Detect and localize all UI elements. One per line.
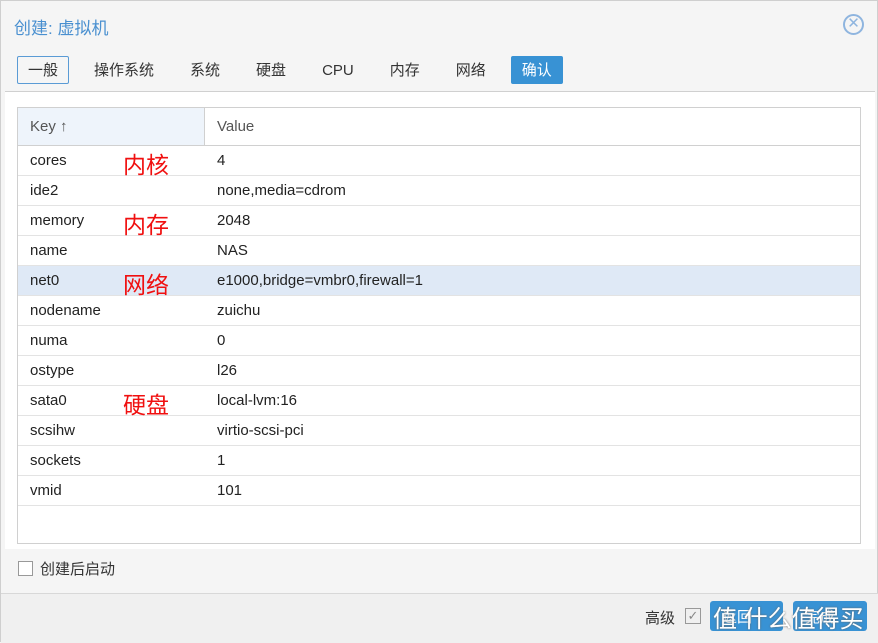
key-text: numa [30,332,68,349]
tab-memory[interactable]: 内存 [379,56,431,84]
key-text: sockets [30,452,81,469]
table-row[interactable]: ide2 none,media=cdrom [18,176,860,206]
table-row[interactable]: net0 网络 e1000,bridge=vmbr0,firewall=1 [18,266,860,298]
key-text: nodename [30,302,101,319]
annotation: 内核 [123,152,169,178]
annotation: 内存 [123,212,169,238]
tab-system[interactable]: 系统 [179,56,231,84]
content-panel: Key ↑ Value cores 内核 4 ide2 none,media=cdrom… [5,91,875,549]
advanced-label: 高级 [645,610,676,627]
table-row[interactable]: nodename zuichu [18,296,860,326]
table-row[interactable]: name NAS [18,236,860,266]
row-value: none,media=cdrom [217,182,346,199]
tab-network[interactable]: 网络 [445,56,497,84]
row-key: memory 内存 [18,212,205,238]
table-row[interactable]: memory 内存 2048 [18,206,860,238]
table-row[interactable]: ostype l26 [18,356,860,386]
key-text: memory [30,212,85,229]
row-key: nodename [18,302,205,319]
close-icon[interactable]: ✕ [843,14,864,35]
tab-disk[interactable]: 硬盘 [245,56,297,84]
annotation: 硬盘 [123,392,169,418]
row-value: e1000,bridge=vmbr0,firewall=1 [217,272,423,289]
row-key: scsihw [18,422,205,439]
dialog-title: 创建: 虚拟机 [14,19,109,38]
row-value: 1 [217,452,226,469]
grid-header: Key ↑ Value [18,108,860,146]
key-text: vmid [30,482,62,499]
row-value: 4 [217,152,226,169]
row-value: local-lvm:16 [217,392,298,409]
wizard-tabs: 一般 操作系统 系统 硬盘 CPU 内存 网络 确认 [17,56,577,84]
checkbox-icon[interactable] [18,561,33,576]
row-key: numa [18,332,205,349]
row-value: 0 [217,332,226,349]
table-row[interactable]: cores 内核 4 [18,146,860,178]
key-text: name [30,242,68,259]
key-text: net0 [30,272,60,289]
row-value: l26 [217,362,238,379]
row-key: name [18,242,205,259]
summary-grid: Key ↑ Value cores 内核 4 ide2 none,media=cdrom… [17,107,861,544]
key-text: sata0 [30,392,67,409]
key-column-header[interactable]: Key ↑ [18,108,205,145]
row-value: 101 [217,482,243,499]
tab-os[interactable]: 操作系统 [83,56,165,84]
row-key: sockets [18,452,205,469]
tab-cpu[interactable]: CPU [311,56,365,84]
value-column-header[interactable]: Value [205,108,266,145]
table-row[interactable]: vmid 101 [18,476,860,506]
row-value: 2048 [217,212,251,229]
key-text: ide2 [30,182,59,199]
row-key: sata0 硬盘 [18,392,205,418]
key-text: cores [30,152,67,169]
advanced-checkbox[interactable]: ✓ [685,608,701,624]
row-key: net0 网络 [18,272,205,298]
table-row[interactable]: sata0 硬盘 local-lvm:16 [18,386,860,418]
tab-confirm[interactable]: 确认 [510,56,563,84]
row-value: virtio-scsi-pci [217,422,304,439]
row-value: zuichu [217,302,261,319]
table-row[interactable]: sockets 1 [18,446,860,476]
start-after-create-checkbox[interactable]: 创建后启动 [18,558,115,579]
key-text: scsihw [30,422,76,439]
tab-general[interactable]: 一般 [17,56,70,84]
annotation: 网络 [123,272,169,298]
table-row[interactable]: scsihw virtio-scsi-pci [18,416,860,446]
row-key: ide2 [18,182,205,199]
table-row[interactable]: numa 0 [18,326,860,356]
row-value: NAS [217,242,248,259]
key-text: ostype [30,362,75,379]
row-key: ostype [18,362,205,379]
row-key: vmid [18,482,205,499]
row-key: cores 内核 [18,152,205,178]
start-after-create-label: 创建后启动 [40,561,116,578]
watermark-logo: 值 什么值得买 [713,606,864,633]
